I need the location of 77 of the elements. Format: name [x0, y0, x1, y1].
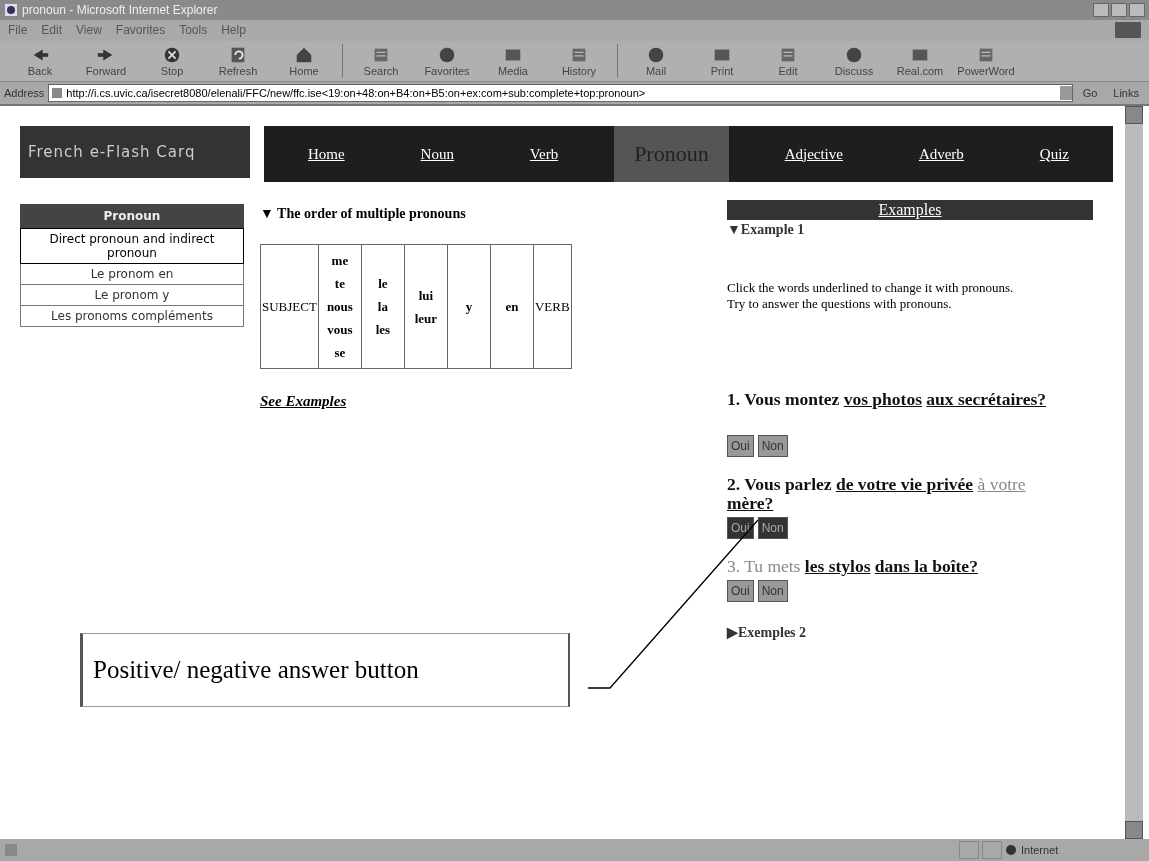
table-cell-text: la	[376, 298, 389, 316]
phrase-link[interactable]: mère?	[727, 493, 774, 513]
phrase-link[interactable]: à votre	[977, 474, 1026, 494]
nav-link[interactable]: Home	[287, 126, 365, 182]
question-text: 3. Tu mets	[727, 556, 802, 576]
table-cell-text: VERB	[534, 297, 570, 316]
sidebar-header: Pronoun	[20, 204, 244, 228]
address-label: Address	[4, 87, 45, 99]
toolbar-button[interactable]: Search	[349, 45, 413, 77]
nav-link[interactable]: Verb	[509, 126, 579, 182]
toolbar-button[interactable]: History	[547, 45, 611, 77]
toolbar-button[interactable]: Real.com	[888, 45, 952, 77]
table-cell-text: les	[374, 321, 392, 339]
toolbar-button[interactable]: Edit	[756, 45, 820, 77]
phrase-link[interactable]: les stylos	[804, 556, 871, 576]
section-heading[interactable]: ▼ The order of multiple pronouns	[260, 206, 710, 222]
table-cell-text: le	[377, 275, 389, 293]
table-cell-text: leur	[413, 309, 439, 328]
examples-header[interactable]: Examples	[727, 200, 1093, 220]
table-cell-text: lui	[417, 286, 435, 305]
toolbar-button[interactable]: Mail	[624, 45, 688, 77]
toolbar-button[interactable]: Stop	[140, 45, 204, 77]
table-cell-text: me	[330, 252, 350, 270]
nav-link[interactable]: Adjective	[764, 126, 863, 182]
toolbar-button[interactable]: Home	[272, 45, 336, 77]
table-cell-text: en	[504, 298, 520, 316]
table-cell-text: te	[333, 275, 346, 293]
see-examples-link[interactable]: See Examples	[260, 393, 347, 410]
toolbar-button[interactable]: Refresh	[206, 45, 270, 77]
phrase-link[interactable]: vos photos	[843, 389, 922, 409]
go-button[interactable]: Go	[1076, 87, 1104, 99]
sidebar-item[interactable]: Le pronom en	[20, 264, 244, 285]
table-cell-text: nous	[325, 298, 354, 316]
nav-link[interactable]: Quiz	[1019, 126, 1089, 182]
menu-item[interactable]: Help	[221, 23, 246, 37]
window-title: pronoun - Microsoft Internet Explorer	[22, 3, 219, 17]
table-cell-text: y	[464, 298, 474, 316]
menu-item[interactable]: Favorites	[115, 23, 166, 37]
sidebar-item[interactable]: Le pronom y	[20, 285, 244, 306]
phrase-link[interactable]: de votre vie privée	[835, 474, 974, 494]
toolbar-button[interactable]: Discuss	[822, 45, 886, 77]
site-logo: French e-Flash Carq	[20, 126, 250, 178]
toolbar-button[interactable]: Print	[690, 45, 754, 77]
answer-button[interactable]: Non	[757, 580, 788, 602]
links-button[interactable]: Links	[1107, 87, 1145, 99]
menu-item[interactable]: File	[8, 23, 28, 37]
toolbar-button[interactable]: Back	[8, 45, 72, 77]
table-cell-text: vous	[326, 321, 354, 339]
callout-box: Positive/ negative answer button	[80, 633, 570, 707]
nav-link[interactable]: Adverb	[898, 126, 984, 182]
toolbar-button[interactable]: Forward	[74, 45, 138, 77]
address-field[interactable]: http://i.cs.uvic.ca/isecret8080/elenali/FFC/new/ffc.ise<19:on+48:on+B4:on+B5:on+ex:com+sub:complete+top:pronoun>	[48, 84, 1073, 102]
menu-item[interactable]: View	[76, 23, 102, 37]
toolbar-button[interactable]: Favorites	[415, 45, 479, 77]
table-cell-text: SUBJECT	[262, 297, 317, 316]
toolbar-button[interactable]: Media	[481, 45, 545, 77]
menu-item[interactable]: Tools	[179, 23, 208, 37]
answer-button[interactable]: Oui	[727, 580, 754, 602]
instruction-text: Try to answer the questions with pronouns.	[727, 296, 953, 312]
question-text: 1. Vous montez	[727, 389, 841, 409]
nav-link[interactable]: Noun	[400, 126, 474, 182]
table-cell-text: se	[333, 344, 347, 362]
toolbar-button[interactable]: PowerWord	[954, 45, 1018, 77]
example-toggle[interactable]: ▼Example 1	[727, 222, 1093, 238]
answer-button[interactable]: Non	[757, 517, 788, 539]
answer-button[interactable]: Oui	[727, 435, 754, 457]
phrase-link[interactable]: dans la boîte?	[874, 556, 978, 576]
sidebar-item[interactable]: Direct pronoun and indirect pronoun	[20, 228, 244, 264]
answer-button[interactable]: Oui	[727, 517, 754, 539]
sidebar-item[interactable]: Les pronoms compléments	[20, 306, 244, 327]
example-toggle[interactable]: ▶Exemples 2	[727, 624, 1093, 641]
instruction-text: Click the words underlined to change it with pronouns.	[727, 280, 1015, 296]
question-text: 2. Vous parlez	[727, 474, 833, 494]
menu-item[interactable]: Edit	[41, 23, 63, 37]
phrase-link[interactable]: aux secrétaires?	[926, 389, 1047, 409]
zone-label: Internet	[1021, 844, 1059, 856]
answer-button[interactable]: Non	[757, 435, 788, 457]
